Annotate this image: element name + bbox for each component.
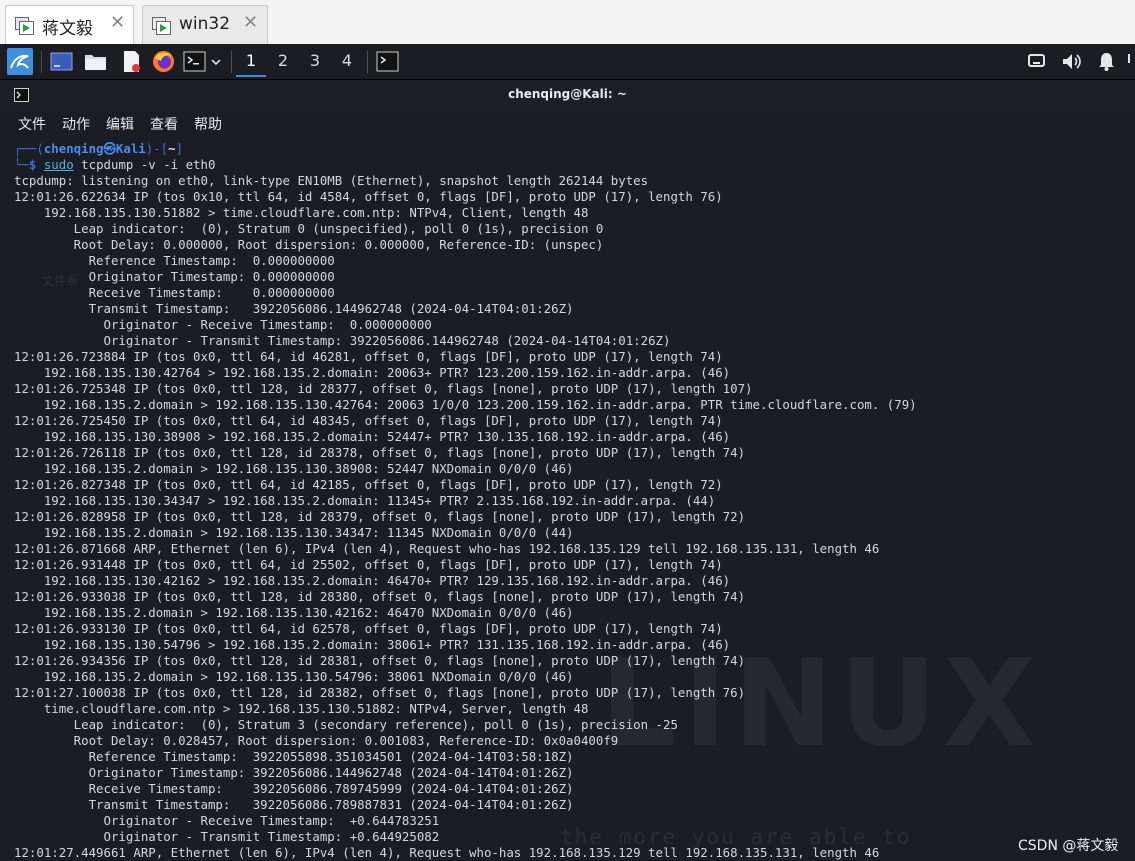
output-line: 12:01:26.933038 IP (tos 0x0, ttl 128, id… bbox=[14, 589, 746, 604]
menu-action[interactable]: 动作 bbox=[62, 114, 90, 134]
prompt-box: ] bbox=[175, 141, 184, 156]
output-line: Originator - Receive Timestamp: +0.64478… bbox=[14, 813, 440, 828]
vm-icon bbox=[152, 17, 171, 35]
prompt-line: ┌──(chenqing㉿Kali)-[~] bbox=[14, 141, 1134, 157]
output-line: 192.168.135.130.34347 > 192.168.135.2.do… bbox=[14, 493, 716, 508]
output-line: Leap indicator: (0), Stratum 0 (unspecif… bbox=[14, 221, 604, 236]
output-line: Originator Timestamp: 0.000000000 bbox=[14, 269, 335, 284]
command-text: tcpdump -v -i eth0 bbox=[73, 157, 216, 172]
output-line: 12:01:26.934356 IP (tos 0x0, ttl 128, id… bbox=[14, 653, 746, 668]
output-line: Reference Timestamp: 0.000000000 bbox=[14, 253, 335, 268]
terminal-window: 文件系 LINUX the more you are able to chenq… bbox=[0, 80, 1135, 861]
taskbar-terminal-window-icon[interactable] bbox=[376, 50, 399, 73]
menu-edit[interactable]: 编辑 bbox=[106, 114, 134, 134]
window-titlebar[interactable]: chenqing@Kali: ~ bbox=[0, 80, 1135, 110]
show-desktop-icon[interactable] bbox=[50, 50, 73, 73]
prompt-box: ┌──( bbox=[14, 141, 44, 156]
tcpdump-output: tcpdump: listening on eth0, link-type EN… bbox=[14, 173, 1134, 861]
output-line: Root Delay: 0.028457, Root dispersion: 0… bbox=[14, 733, 619, 748]
output-line: 12:01:26.622634 IP (tos 0x10, ttl 64, id… bbox=[14, 189, 723, 204]
workspace-3[interactable]: 3 bbox=[300, 51, 330, 70]
output-line: 12:01:26.828958 IP (tos 0x0, ttl 128, id… bbox=[14, 509, 746, 524]
output-line: 12:01:26.726118 IP (tos 0x0, ttl 128, id… bbox=[14, 445, 746, 460]
terminal-icon[interactable] bbox=[183, 50, 206, 73]
text-editor-icon[interactable] bbox=[120, 50, 143, 73]
panel-separator bbox=[367, 51, 368, 73]
output-line: 192.168.135.130.51882 > time.cloudflare.… bbox=[14, 205, 589, 220]
file-manager-icon[interactable] bbox=[84, 50, 107, 73]
output-line: 12:01:26.931448 IP (tos 0x0, ttl 64, id … bbox=[14, 557, 723, 572]
output-line: 12:01:26.933130 IP (tos 0x0, ttl 64, id … bbox=[14, 621, 723, 636]
output-line: 192.168.135.2.domain > 192.168.135.130.5… bbox=[14, 669, 574, 684]
output-line: Reference Timestamp: 3922055898.35103450… bbox=[14, 749, 574, 764]
panel-separator bbox=[41, 51, 42, 73]
output-line: 12:01:27.100038 IP (tos 0x0, ttl 128, id… bbox=[14, 685, 746, 700]
prompt-user-host: chenqing㉿Kali bbox=[43, 141, 146, 156]
command-sudo: sudo bbox=[43, 157, 74, 172]
output-line: 192.168.135.130.54796 > 192.168.135.2.do… bbox=[14, 637, 731, 652]
menu-view[interactable]: 查看 bbox=[150, 114, 178, 134]
panel-separator bbox=[231, 51, 232, 73]
vm-tab-label: 蒋文毅 bbox=[42, 19, 93, 39]
output-line: 12:01:26.725450 IP (tos 0x0, ttl 64, id … bbox=[14, 413, 723, 428]
output-line: 12:01:27.449661 ARP, Ethernet (len 6), I… bbox=[14, 845, 880, 860]
volume-icon[interactable] bbox=[1060, 50, 1083, 73]
output-line: Leap indicator: (0), Stratum 3 (secondar… bbox=[14, 717, 678, 732]
prompt-dollar: $ bbox=[28, 157, 44, 172]
chevron-down-icon[interactable] bbox=[210, 56, 222, 68]
close-icon[interactable]: ✕ bbox=[243, 12, 258, 33]
menu-bar: 文件 动作 编辑 查看 帮助 bbox=[0, 110, 1135, 136]
output-line: 192.168.135.2.domain > 192.168.135.130.4… bbox=[14, 397, 917, 412]
menu-file[interactable]: 文件 bbox=[18, 114, 46, 134]
output-line: 192.168.135.130.38908 > 192.168.135.2.do… bbox=[14, 429, 731, 444]
output-line: Originator - Receive Timestamp: 0.000000… bbox=[14, 317, 432, 332]
power-icon[interactable] bbox=[1125, 50, 1135, 73]
output-line: Root Delay: 0.000000, Root dispersion: 0… bbox=[14, 237, 604, 252]
workspace-2[interactable]: 2 bbox=[268, 51, 298, 70]
output-line: 12:01:26.871668 ARP, Ethernet (len 6), I… bbox=[14, 541, 880, 556]
output-line: 192.168.135.2.domain > 192.168.135.130.3… bbox=[14, 525, 574, 540]
prompt-box: └─ bbox=[14, 157, 29, 172]
window-title: chenqing@Kali: ~ bbox=[508, 87, 627, 101]
output-line: 192.168.135.2.domain > 192.168.135.130.4… bbox=[14, 605, 574, 620]
output-line: Transmit Timestamp: 3922056086.789887831… bbox=[14, 797, 574, 812]
terminal-output[interactable]: ┌──(chenqing㉿Kali)-[~] └─$ sudo tcpdump … bbox=[14, 141, 1134, 861]
workspace-4[interactable]: 4 bbox=[332, 51, 362, 70]
command-line: └─$ sudo tcpdump -v -i eth0 bbox=[14, 157, 1134, 173]
output-line: 12:01:26.725348 IP (tos 0x0, ttl 128, id… bbox=[14, 381, 753, 396]
output-line: Originator Timestamp: 3922056086.1449627… bbox=[14, 765, 574, 780]
output-line: tcpdump: listening on eth0, link-type EN… bbox=[14, 173, 649, 188]
prompt-directory: ~ bbox=[168, 141, 176, 156]
notification-bell-icon[interactable] bbox=[1095, 50, 1118, 73]
output-line: 192.168.135.130.42162 > 192.168.135.2.do… bbox=[14, 573, 731, 588]
output-line: 192.168.135.2.domain > 192.168.135.130.3… bbox=[14, 461, 574, 476]
vm-icon bbox=[15, 17, 34, 35]
output-line: time.cloudflare.com.ntp > 192.168.135.13… bbox=[14, 701, 589, 716]
vm-tab-strip: 蒋文毅 ✕ win32 ✕ bbox=[0, 0, 1135, 45]
close-icon[interactable]: ✕ bbox=[110, 12, 125, 33]
output-line: Originator - Transmit Timestamp: +0.6449… bbox=[14, 829, 440, 844]
output-line: Receive Timestamp: 0.000000000 bbox=[14, 285, 335, 300]
display-icon[interactable] bbox=[1025, 50, 1048, 73]
prompt-box: )-[ bbox=[145, 141, 169, 156]
vm-tab-label: win32 bbox=[179, 14, 231, 34]
output-line: 12:01:26.827348 IP (tos 0x0, ttl 64, id … bbox=[14, 477, 723, 492]
vm-tab-jiangwenyi[interactable]: 蒋文毅 ✕ bbox=[5, 5, 134, 44]
vm-tab-win32[interactable]: win32 ✕ bbox=[142, 5, 268, 44]
kali-panel: 1 2 3 4 bbox=[0, 44, 1135, 80]
output-line: Transmit Timestamp: 3922056086.144962748… bbox=[14, 301, 574, 316]
output-line: Receive Timestamp: 3922056086.789745999 … bbox=[14, 781, 574, 796]
output-line: 192.168.135.130.42764 > 192.168.135.2.do… bbox=[14, 365, 731, 380]
csdn-watermark: CSDN @蒋文毅 bbox=[1018, 838, 1119, 854]
kali-menu-icon[interactable] bbox=[7, 48, 33, 75]
menu-help[interactable]: 帮助 bbox=[194, 114, 222, 134]
output-line: 12:01:26.723884 IP (tos 0x0, ttl 64, id … bbox=[14, 349, 723, 364]
workspace-1[interactable]: 1 bbox=[236, 51, 266, 77]
output-line: Originator - Transmit Timestamp: 3922056… bbox=[14, 333, 671, 348]
firefox-icon[interactable] bbox=[152, 50, 175, 73]
